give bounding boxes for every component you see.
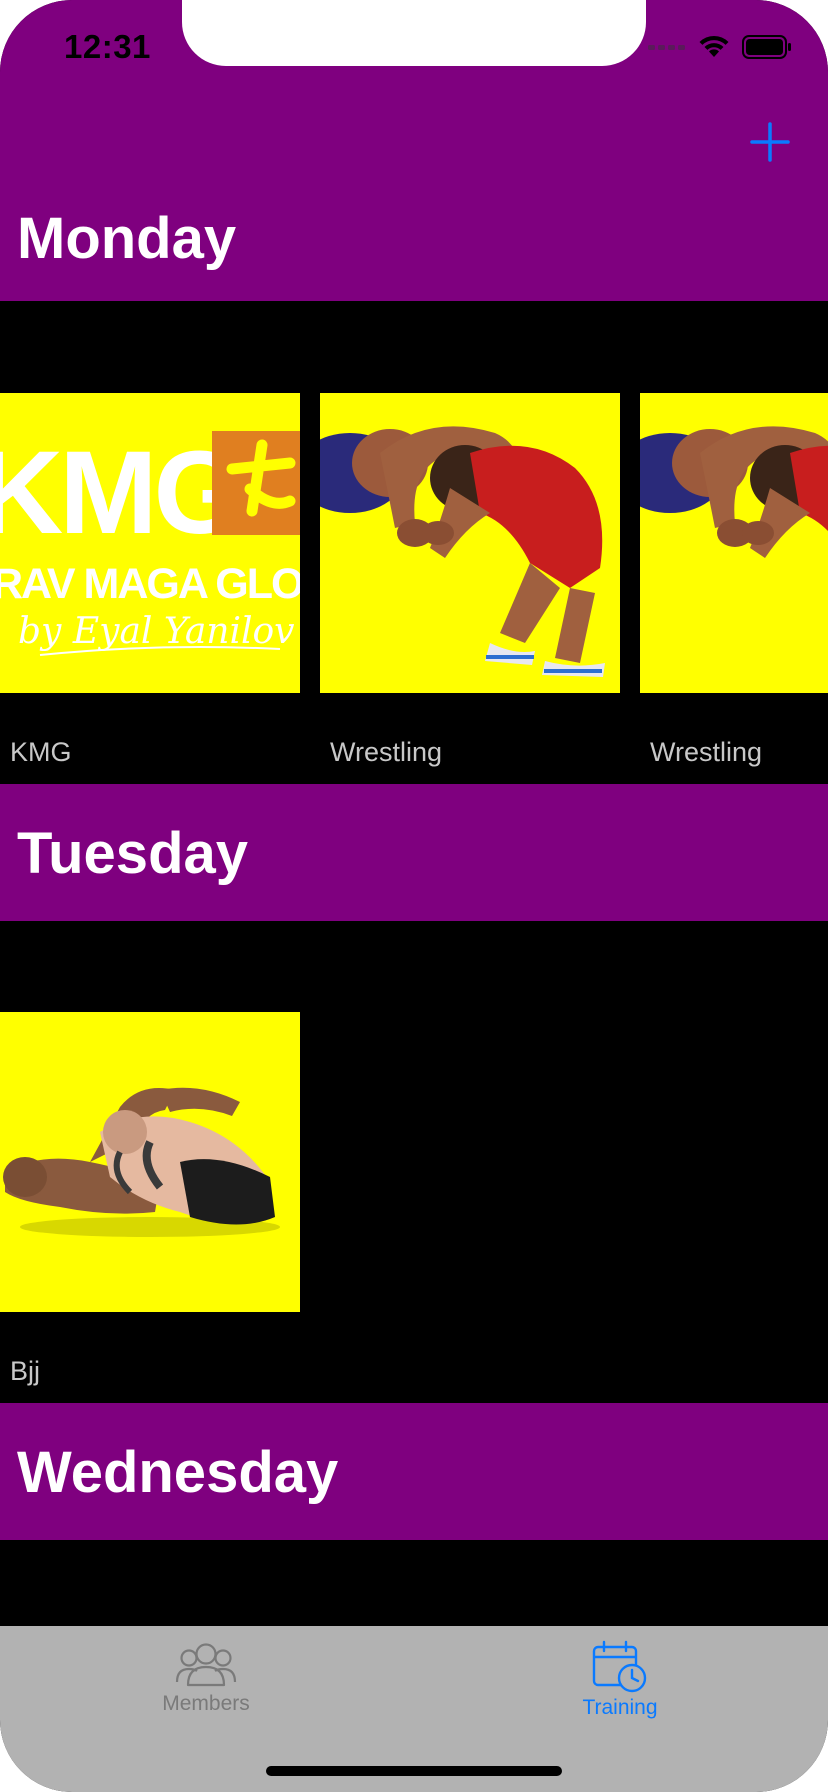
class-label: Wrestling [650,737,763,767]
class-card-wrestling[interactable]: Wrestling [320,393,620,767]
tab-label-training: Training [582,1696,658,1719]
eyal-yanilov-signature: by Eyal Yanilov [18,611,295,652]
tab-members[interactable]: Members [106,1640,306,1740]
class-label: KMG [10,737,72,767]
wifi-icon [698,35,730,64]
day-title-wednesday: Wednesday [17,1440,339,1505]
tab-bar: Members Training [0,1626,828,1792]
home-indicator [266,1766,562,1776]
kmg-logo-text: KMG [0,427,241,559]
wrestling-image [320,393,620,693]
members-icon [175,1643,237,1687]
device-notch [182,0,646,66]
day-title-monday: Monday [17,206,237,271]
section-header-tuesday: Tuesday [0,784,828,921]
krav-maga-global-text: RAV MAGA GLOBA [0,560,300,608]
calendar-clock-icon [592,1640,647,1693]
status-icons [648,34,792,64]
status-time: 12:31 [64,28,151,65]
battery-icon [742,34,792,64]
class-card-kmg[interactable]: KMG RAV MAGA GLOBA by Eyal Yanilov KMG [0,393,300,767]
tab-label-members: Members [162,1692,250,1715]
class-label: Bjj [10,1356,41,1386]
plus-icon [750,122,790,162]
class-label: Wrestling [330,737,443,767]
class-card-wrestling-2[interactable]: Wrestling [640,393,828,767]
cellular-signal-icon [648,40,686,59]
navigation-header: 12:31 Monday [0,0,828,301]
bjj-image [0,1012,300,1312]
wrestling-image [640,393,828,693]
day-title-tuesday: Tuesday [17,821,249,886]
tab-training[interactable]: Training [520,1640,720,1740]
kmg-logo-image: KMG RAV MAGA GLOBA by Eyal Yanilov [0,393,300,693]
section-header-wednesday: Wednesday [0,1403,828,1540]
phone-screen: 12:31 Monday KMG RAV MAGA GLO by Eyal Ya… [0,0,828,1792]
add-button[interactable] [746,118,794,166]
class-card-bjj[interactable]: Bjj [0,1012,300,1386]
